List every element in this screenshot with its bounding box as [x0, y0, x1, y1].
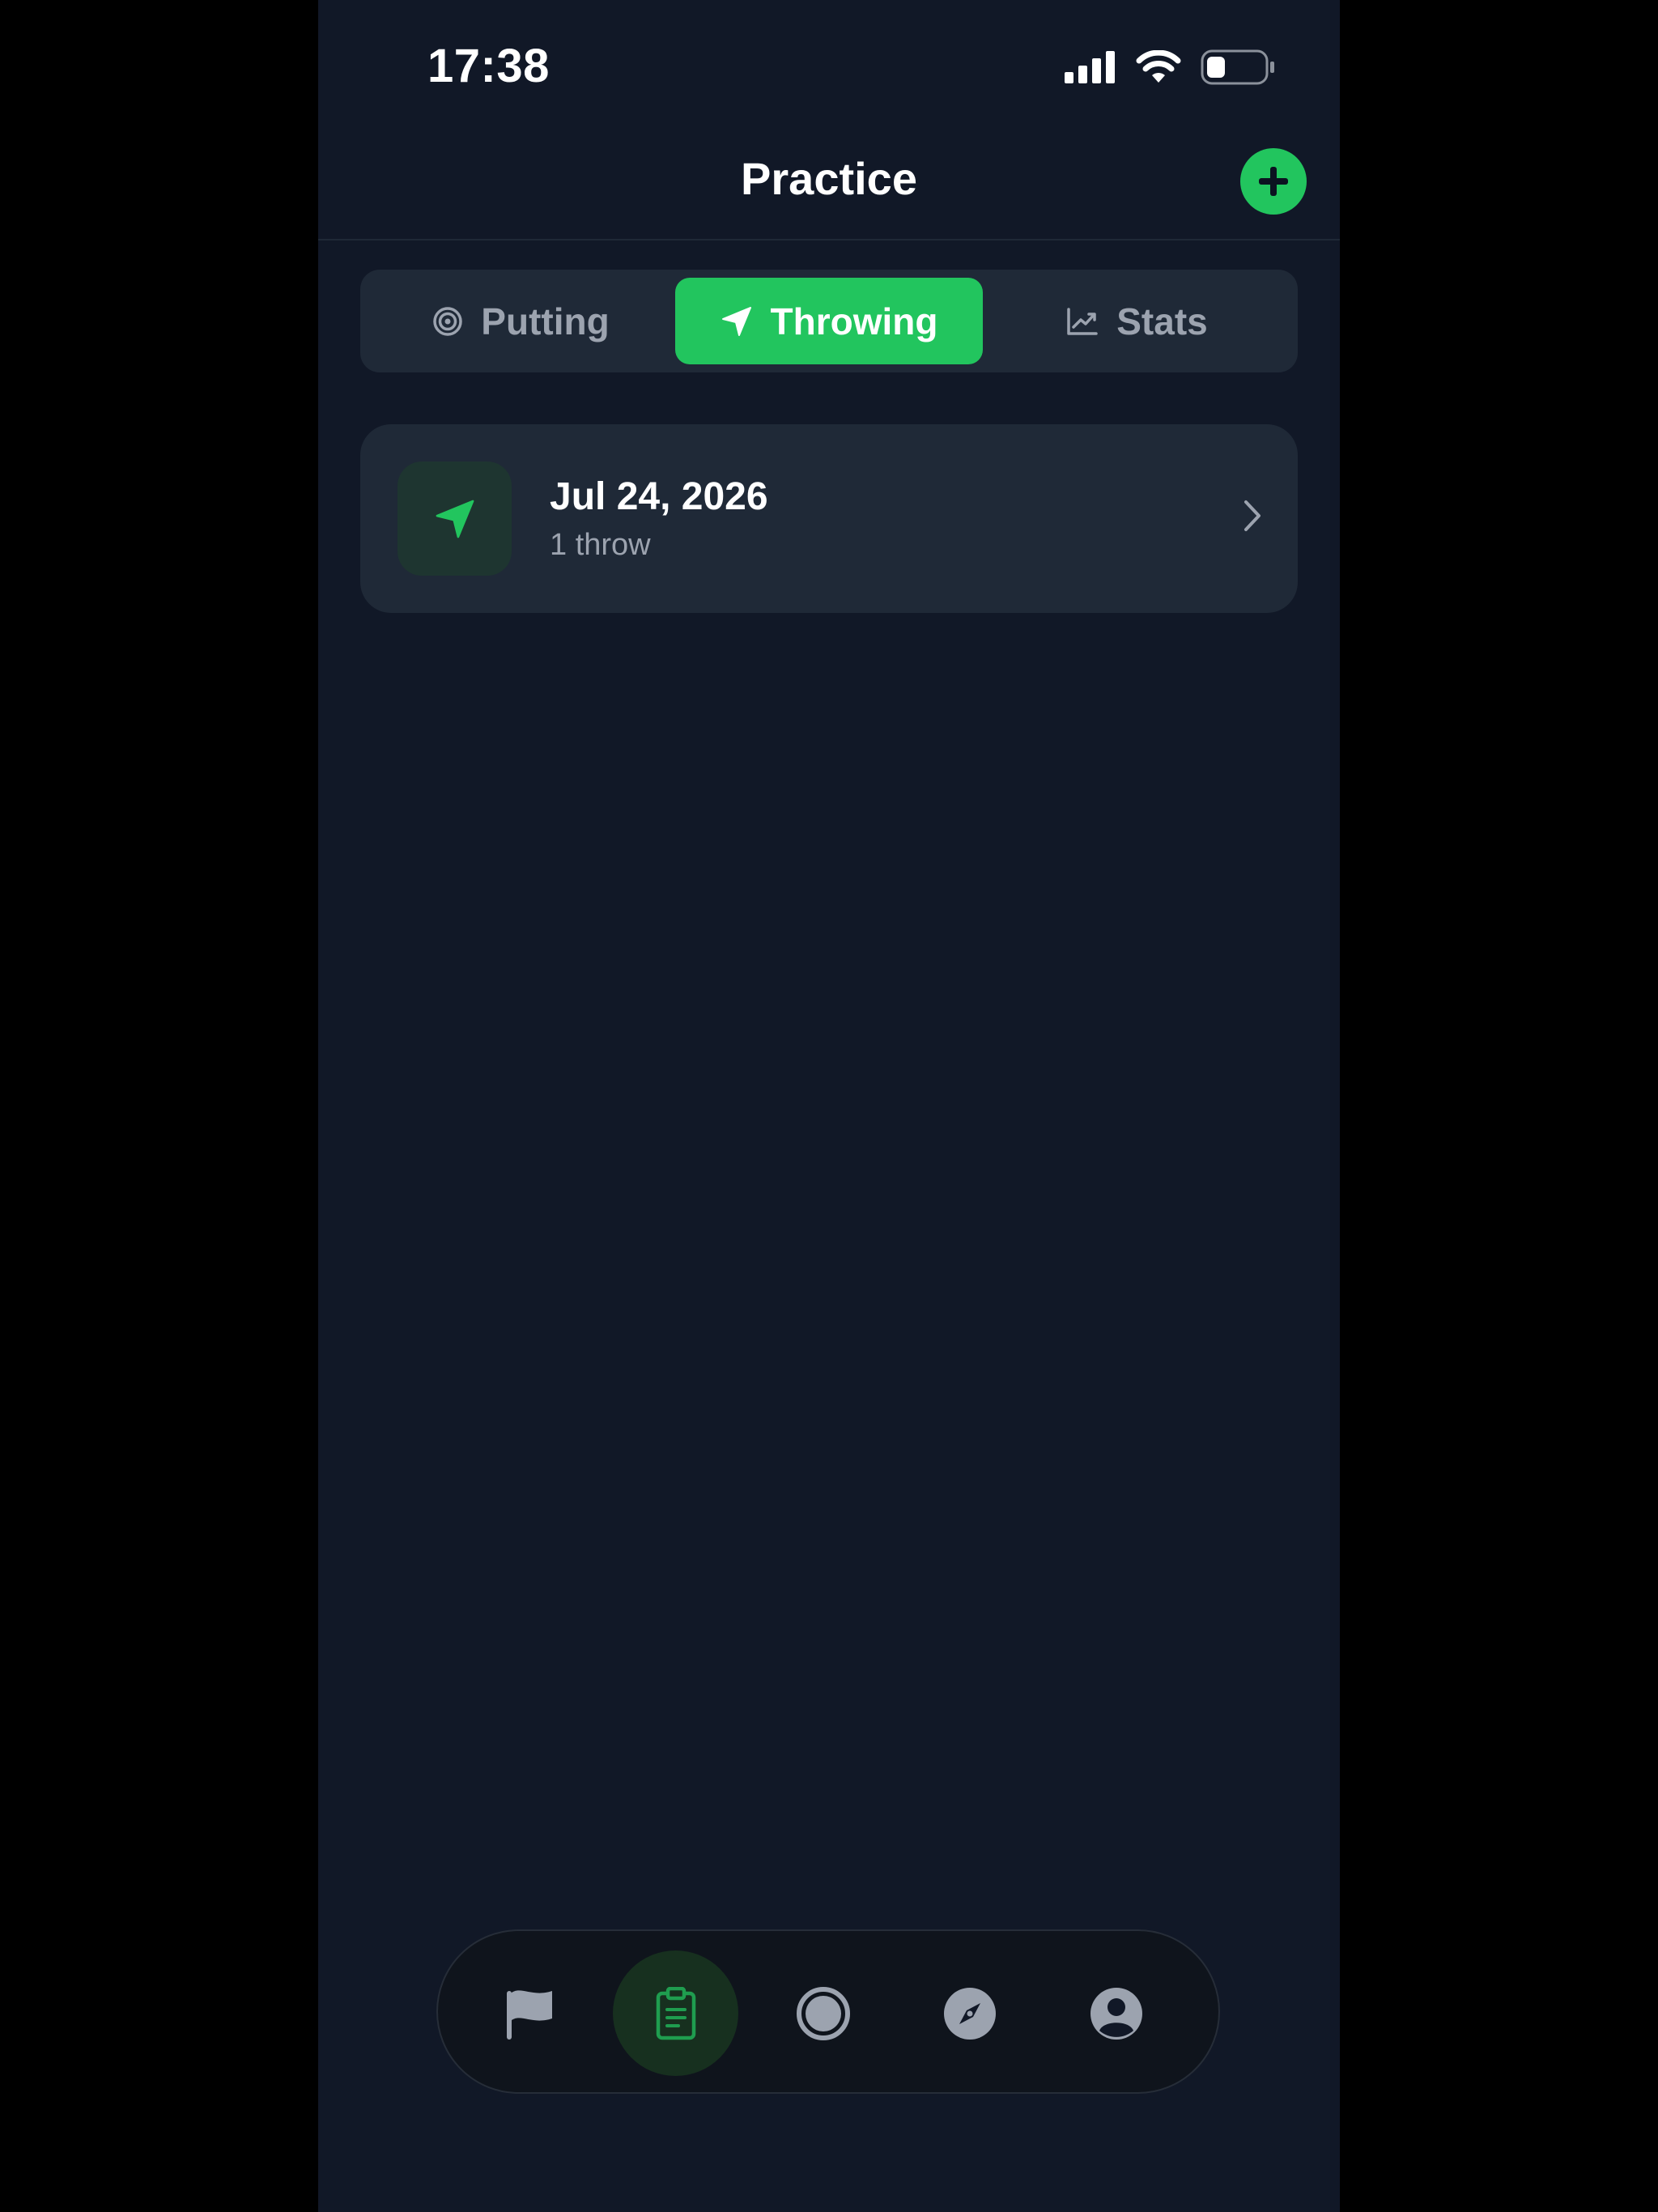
compass-icon	[943, 1987, 996, 2040]
wifi-icon	[1136, 50, 1181, 83]
nav-explore[interactable]	[907, 1950, 1032, 2076]
session-card[interactable]: Jul 24, 2026 1 throw	[360, 424, 1298, 613]
session-icon-box	[397, 462, 512, 576]
navigation-arrow-icon	[721, 306, 751, 336]
phone-screen: 17:38 Practice Putting Throwing Stats Ju…	[318, 0, 1340, 2212]
target-icon	[433, 306, 463, 336]
tab-throwing[interactable]: Throwing	[675, 278, 983, 364]
header-divider	[318, 239, 1340, 240]
status-icons	[1065, 49, 1275, 86]
signal-icon	[1065, 51, 1115, 83]
nav-profile[interactable]	[1053, 1950, 1179, 2076]
bottom-nav	[436, 1929, 1220, 2094]
tab-stats-label: Stats	[1116, 300, 1208, 342]
chart-line-icon	[1067, 307, 1098, 335]
plus-icon	[1259, 167, 1288, 196]
navigation-arrow-icon	[436, 500, 474, 538]
tab-throwing-label: Throwing	[770, 300, 938, 342]
practice-type-tabs: Putting Throwing Stats	[360, 270, 1298, 372]
chevron-right-icon	[1244, 500, 1261, 531]
add-button[interactable]	[1240, 148, 1307, 215]
tab-stats[interactable]: Stats	[984, 278, 1290, 364]
tab-putting[interactable]: Putting	[368, 278, 674, 364]
nav-courses[interactable]	[466, 1950, 592, 2076]
user-icon	[1090, 1987, 1142, 2040]
page-title: Practice	[741, 153, 917, 204]
status-time: 17:38	[427, 40, 550, 92]
nav-practice[interactable]	[613, 1950, 738, 2076]
disc-icon	[796, 1986, 850, 2040]
clipboard-icon	[656, 1986, 695, 2040]
tab-putting-label: Putting	[481, 300, 610, 342]
battery-icon	[1201, 49, 1274, 85]
session-date: Jul 24, 2026	[550, 475, 768, 518]
flag-icon	[506, 1989, 552, 2040]
nav-play[interactable]	[760, 1950, 886, 2076]
session-summary: 1 throw	[550, 528, 651, 562]
